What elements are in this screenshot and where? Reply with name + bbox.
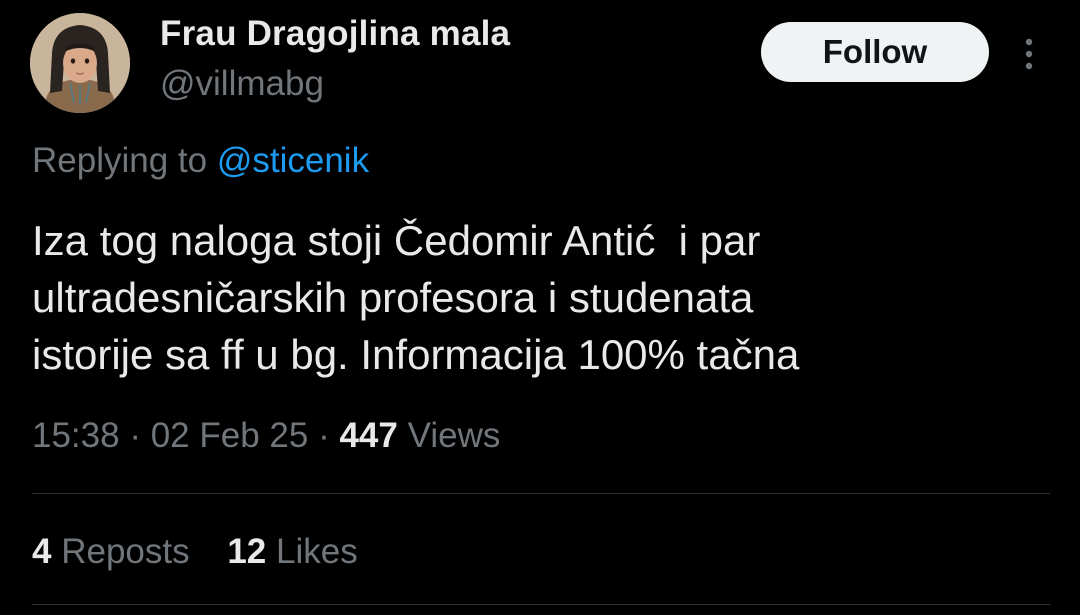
tweet-text: Iza tog naloga stoji Čedomir Antić i par… [32, 212, 1052, 383]
views-count: 447 [339, 416, 398, 455]
reposts-label: Reposts [61, 532, 190, 571]
tweet-text-line: Iza tog naloga stoji Čedomir Antić i par [32, 217, 761, 264]
meta-separator: · [318, 416, 330, 455]
meta-separator: · [129, 416, 141, 455]
reply-to-handle-link[interactable]: @sticenik [217, 141, 369, 180]
likes-stat[interactable]: 12 Likes [227, 532, 357, 572]
display-name[interactable]: Frau Dragojlina mala [160, 14, 510, 54]
tweet-meta: 15:38 · 02 Feb 25 · 447 Views [32, 416, 500, 456]
tweet-detail: Frau Dragojlina mala @villmabg Follow Re… [0, 0, 1080, 615]
more-vertical-icon[interactable] [1018, 36, 1040, 72]
views-label: Views [407, 416, 501, 455]
reposts-stat[interactable]: 4 Reposts [32, 532, 190, 572]
divider [32, 604, 1050, 605]
avatar[interactable] [30, 13, 130, 113]
follow-button[interactable]: Follow [761, 22, 989, 82]
tweet-text-line: istorije sa ff u bg. Informacija 100% ta… [32, 331, 800, 378]
avatar-image [30, 13, 130, 113]
tweet-date[interactable]: 02 Feb 25 [151, 416, 309, 455]
tweet-time[interactable]: 15:38 [32, 416, 120, 455]
likes-label: Likes [276, 532, 358, 571]
divider [32, 493, 1050, 494]
replying-to: Replying to @sticenik [32, 141, 369, 181]
likes-count: 12 [227, 532, 267, 571]
reposts-count: 4 [32, 532, 52, 571]
engagement-stats: 4 Reposts 12 Likes [32, 532, 358, 572]
tweet-text-line: ultradesničarskih profesora i studenata [32, 274, 754, 321]
user-handle[interactable]: @villmabg [160, 64, 324, 104]
replying-to-label: Replying to [32, 141, 208, 180]
